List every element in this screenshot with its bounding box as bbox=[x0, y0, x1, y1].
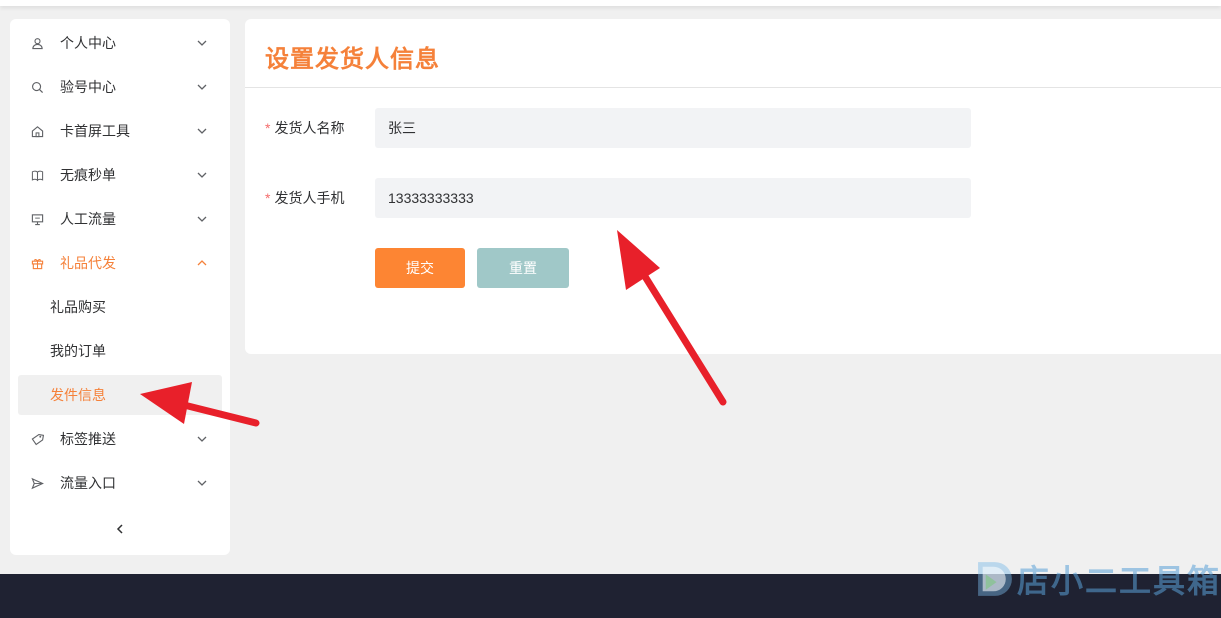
gift-icon bbox=[30, 256, 44, 270]
sub-item-gift-purchase[interactable]: 礼品购买 bbox=[18, 287, 222, 327]
sidebar: 个人中心 验号中心 卡首屏工具 无痕秒单 人工流量 礼品代发 礼品购买 我的订单… bbox=[10, 19, 230, 555]
chevron-down-icon bbox=[197, 216, 207, 222]
send-icon bbox=[30, 476, 44, 490]
sender-phone-label: * 发货人手机 bbox=[265, 188, 344, 208]
sender-name-input[interactable] bbox=[375, 108, 971, 148]
menu-item-label: 人工流量 bbox=[60, 211, 116, 227]
menu-item-traffic-entry[interactable]: 流量入口 bbox=[10, 461, 230, 505]
sender-name-label: * 发货人名称 bbox=[265, 118, 344, 138]
search-icon bbox=[30, 80, 44, 94]
watermark-text: 店小二工具箱 bbox=[1016, 563, 1221, 599]
required-mark: * bbox=[265, 120, 271, 136]
menu-item-label: 个人中心 bbox=[60, 35, 116, 51]
watermark: 店小二工具箱 bbox=[975, 553, 1221, 605]
menu-item-label: 礼品代发 bbox=[60, 255, 116, 271]
sub-item-sender-info[interactable]: 发件信息 bbox=[18, 375, 222, 415]
menu-item-traceless-order[interactable]: 无痕秒单 bbox=[10, 153, 230, 197]
chevron-down-icon bbox=[197, 128, 207, 134]
menu-item-manual-traffic[interactable]: 人工流量 bbox=[10, 197, 230, 241]
chevron-down-icon bbox=[197, 172, 207, 178]
top-bar bbox=[0, 0, 1221, 6]
chevron-down-icon bbox=[197, 436, 207, 442]
chevron-down-icon bbox=[197, 84, 207, 90]
chevron-left-icon bbox=[116, 524, 123, 534]
menu-item-account-check[interactable]: 验号中心 bbox=[10, 65, 230, 109]
tag-icon bbox=[30, 432, 44, 446]
menu-item-tag-push[interactable]: 标签推送 bbox=[10, 417, 230, 461]
sub-item-label: 发件信息 bbox=[50, 387, 106, 403]
sender-phone-input[interactable] bbox=[375, 178, 971, 218]
chevron-down-icon bbox=[197, 480, 207, 486]
chevron-up-icon bbox=[197, 260, 207, 266]
page-title: 设置发货人信息 bbox=[265, 46, 440, 73]
menu-item-label: 流量入口 bbox=[60, 475, 116, 491]
monitor-icon bbox=[30, 212, 44, 226]
menu-item-label: 无痕秒单 bbox=[60, 167, 116, 183]
chevron-down-icon bbox=[197, 40, 207, 46]
watermark-logo-icon bbox=[978, 562, 1012, 596]
submit-button[interactable]: 提交 bbox=[375, 248, 465, 288]
menu-item-label: 标签推送 bbox=[60, 431, 116, 447]
menu-item-gift-delivery[interactable]: 礼品代发 bbox=[10, 241, 230, 285]
sender-name-label-text: 发货人名称 bbox=[274, 120, 345, 136]
collapse-sidebar-button[interactable] bbox=[110, 519, 130, 539]
required-mark: * bbox=[265, 190, 271, 206]
title-divider bbox=[245, 87, 1221, 88]
book-icon bbox=[30, 168, 44, 182]
menu-item-homepage-tool[interactable]: 卡首屏工具 bbox=[10, 109, 230, 153]
menu-item-label: 验号中心 bbox=[60, 79, 116, 95]
sender-info-card: 设置发货人信息 *发货人名称 *发货人手机 提交 重置 bbox=[245, 19, 1221, 354]
sub-item-my-orders[interactable]: 我的订单 bbox=[18, 331, 222, 371]
menu-item-label: 卡首屏工具 bbox=[60, 123, 130, 139]
sub-item-label: 我的订单 bbox=[50, 343, 106, 359]
user-icon bbox=[30, 36, 44, 50]
reset-button[interactable]: 重置 bbox=[477, 248, 569, 288]
sub-item-label: 礼品购买 bbox=[50, 299, 106, 315]
home-icon bbox=[30, 124, 44, 138]
sender-phone-label-text: 发货人手机 bbox=[274, 190, 345, 206]
menu-item-personal-center[interactable]: 个人中心 bbox=[10, 21, 230, 65]
